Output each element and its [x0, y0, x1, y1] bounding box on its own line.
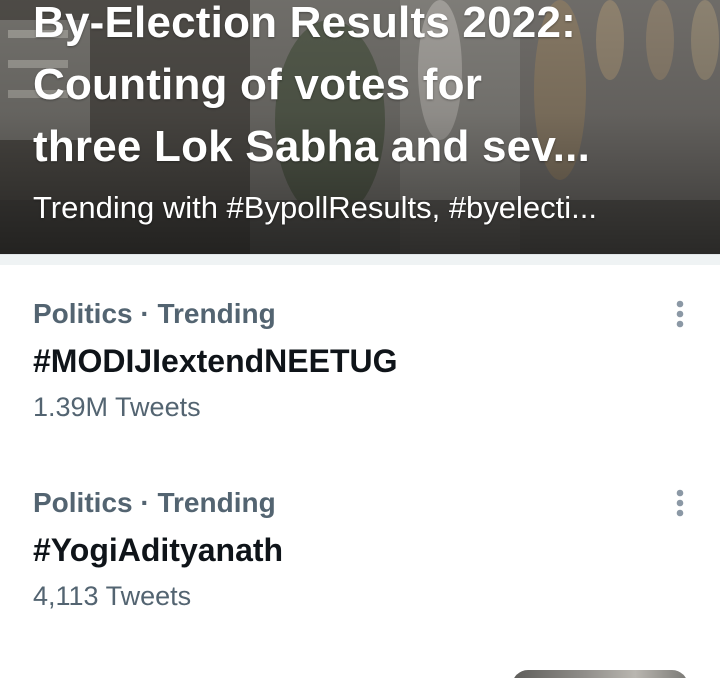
more-options-button[interactable]	[660, 485, 700, 521]
trend-category: Politics · Trending	[33, 487, 276, 518]
banner-headline: By-Election Results 2022: Counting of vo…	[33, 0, 683, 178]
trend-item[interactable]: Politics · Trending #MODIJIextendNEETUG …	[0, 296, 720, 466]
trend-tweet-count: 4,113 Tweets	[33, 581, 192, 611]
section-divider	[0, 254, 720, 265]
banner-headline-line: By-Election Results 2022:	[33, 0, 576, 47]
banner-headline-line: three Lok Sabha and sev...	[33, 122, 591, 171]
explore-page: By-Election Results 2022: Counting of vo…	[0, 0, 720, 678]
next-item-thumbnail[interactable]	[512, 670, 688, 678]
more-vertical-icon	[676, 489, 684, 517]
trend-hashtag: #YogiAdityanath	[33, 532, 284, 568]
trend-category: Politics · Trending	[33, 298, 276, 329]
trend-tweet-count: 1.39M Tweets	[33, 392, 201, 422]
more-vertical-icon	[676, 300, 684, 328]
trend-item[interactable]: Politics · Trending #YogiAdityanath 4,11…	[0, 485, 720, 655]
banner-headline-line: Counting of votes for	[33, 60, 483, 109]
banner-trending-with: Trending with #BypollResults, #byelecti.…	[33, 190, 598, 225]
more-options-button[interactable]	[660, 296, 700, 332]
trending-news-banner[interactable]: By-Election Results 2022: Counting of vo…	[0, 0, 720, 254]
trend-hashtag: #MODIJIextendNEETUG	[33, 343, 398, 379]
